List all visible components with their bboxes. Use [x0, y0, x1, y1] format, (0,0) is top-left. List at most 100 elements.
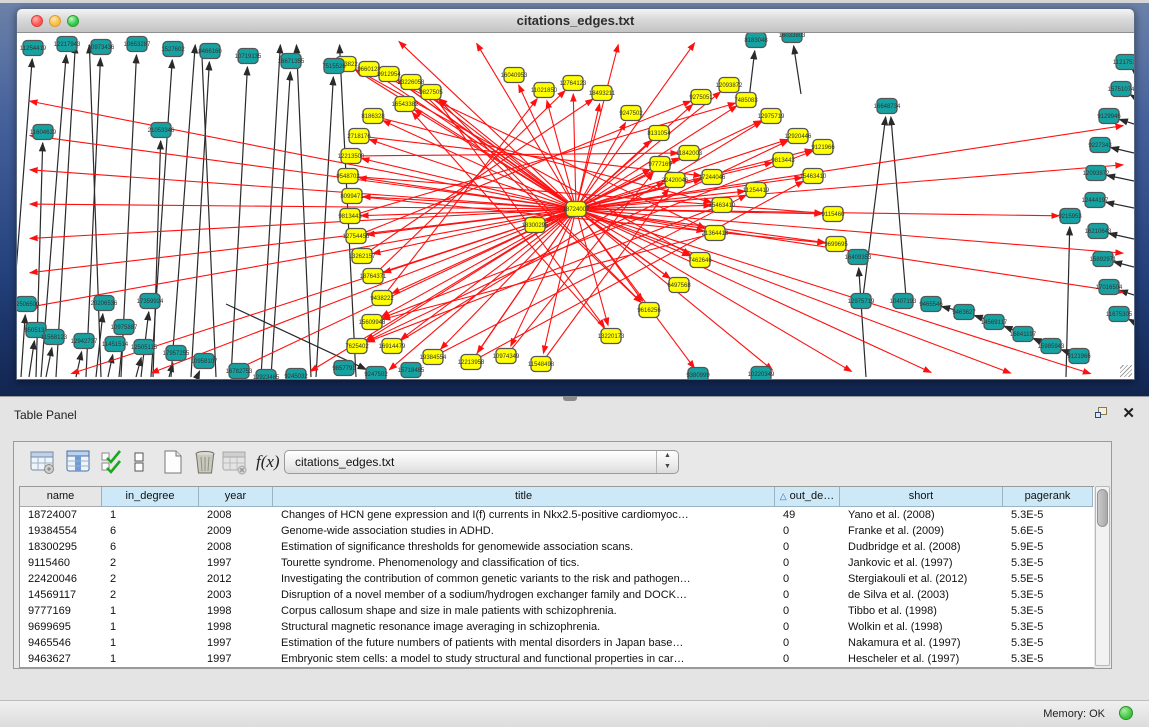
table-cell[interactable]: 1998 — [199, 603, 273, 619]
network-node[interactable]: 20206536 — [91, 296, 118, 311]
network-node[interactable]: 8131054 — [647, 126, 671, 141]
network-node[interactable]: 12975719 — [758, 109, 785, 124]
memory-status-indicator[interactable] — [1119, 706, 1133, 720]
network-node[interactable]: 8099471 — [340, 189, 364, 204]
table-cell[interactable]: 2 — [102, 571, 199, 587]
table-cell[interactable]: 0 — [775, 587, 840, 603]
network-edge[interactable] — [21, 315, 25, 377]
network-edge[interactable] — [576, 209, 608, 325]
table-cell[interactable]: Franke et al. (2009) — [840, 523, 1003, 539]
network-node[interactable]: 18764371 — [360, 269, 387, 284]
network-node[interactable]: 15463410 — [709, 198, 736, 213]
citation-network-graph[interactable]: 1872400718300295766382296601289912954232… — [17, 33, 1134, 379]
table-cell[interactable]: 5.3E-5 — [1003, 603, 1093, 619]
delete-table-icon[interactable] — [222, 449, 248, 475]
network-node[interactable]: 10407193 — [890, 294, 917, 309]
table-cell[interactable]: 19384554 — [20, 523, 102, 539]
network-node[interactable]: 2718176 — [347, 129, 371, 144]
table-cell[interactable]: 14569117 — [20, 587, 102, 603]
network-edge[interactable] — [1109, 233, 1134, 239]
network-node[interactable]: 10719135 — [235, 49, 262, 64]
table-cell[interactable]: 6 — [102, 539, 199, 555]
network-node[interactable]: 18493211 — [589, 86, 616, 101]
table-cell[interactable]: 1998 — [199, 619, 273, 635]
network-edge[interactable] — [414, 110, 576, 209]
table-cell[interactable]: 5.3E-5 — [1003, 507, 1093, 523]
table-cell[interactable]: 0 — [775, 603, 840, 619]
column-header-short[interactable]: short — [840, 487, 1003, 507]
table-cell[interactable]: Disruption of a novel member of a sodium… — [273, 587, 775, 603]
table-cell[interactable]: Tibbo et al. (1998) — [840, 603, 1003, 619]
network-edge[interactable] — [1111, 148, 1134, 153]
table-cell[interactable]: de Silva et al. (2003) — [840, 587, 1003, 603]
column-header-name[interactable]: name — [20, 487, 102, 507]
table-row[interactable]: 969969511998Structural magnetic resonanc… — [20, 619, 1094, 635]
table-cell[interactable]: 0 — [775, 555, 840, 571]
network-edge[interactable] — [197, 371, 200, 377]
network-edge[interactable] — [296, 45, 311, 377]
network-node[interactable]: 16409353 — [845, 250, 872, 265]
table-cell[interactable]: 5.3E-5 — [1003, 635, 1093, 651]
table-cell[interactable]: 5.3E-5 — [1003, 587, 1093, 603]
network-node[interactable]: 17244046 — [699, 170, 726, 185]
network-node[interactable]: 11842003 — [676, 146, 703, 161]
table-cell[interactable]: 0 — [775, 571, 840, 587]
table-cell[interactable]: Corpus callosum shape and size in male p… — [273, 603, 775, 619]
table-cell[interactable]: 2008 — [199, 507, 273, 523]
table-cell[interactable]: Nakamura et al. (1997) — [840, 635, 1003, 651]
table-cell[interactable]: 2 — [102, 555, 199, 571]
network-edge[interactable] — [36, 143, 43, 377]
table-cell[interactable]: Stergiakouli et al. (2012) — [840, 571, 1003, 587]
network-node[interactable]: 7515526 — [322, 59, 346, 74]
network-node[interactable]: 9777169 — [648, 157, 672, 172]
network-edge[interactable] — [231, 67, 247, 377]
network-node[interactable]: 15892971 — [1090, 252, 1117, 267]
delete-trash-icon[interactable] — [192, 449, 218, 475]
network-node[interactable]: 10973436 — [88, 40, 115, 55]
network-edge[interactable] — [46, 348, 52, 377]
network-edge[interactable] — [383, 233, 715, 319]
network-node[interactable]: 10958107 — [191, 354, 218, 369]
network-node[interactable]: 16543382 — [392, 97, 419, 112]
network-node[interactable]: 10653287 — [124, 37, 151, 52]
network-node[interactable]: 18300295 — [522, 218, 549, 233]
network-node[interactable]: 11568123 — [41, 330, 68, 345]
network-node[interactable]: 12213500 — [338, 149, 365, 164]
table-cell[interactable]: Yano et al. (2008) — [840, 507, 1003, 523]
network-edge[interactable] — [56, 45, 75, 377]
table-cell[interactable]: Changes of HCN gene expression and I(f) … — [273, 507, 775, 523]
table-cell[interactable]: Wolkin et al. (1998) — [840, 619, 1003, 635]
network-edge[interactable] — [749, 51, 755, 99]
network-edge[interactable] — [1130, 95, 1134, 97]
table-row[interactable]: 1830029562008Estimation of significance … — [20, 539, 1094, 555]
table-cell[interactable]: 18300295 — [20, 539, 102, 555]
table-cell[interactable]: 49 — [775, 507, 840, 523]
network-node[interactable]: 9463627 — [952, 305, 976, 320]
table-row[interactable]: 1456911722003Disruption of a novel membe… — [20, 587, 1094, 603]
window-resize-grip[interactable] — [1120, 365, 1132, 377]
network-node[interactable]: 11675305 — [1106, 307, 1133, 322]
network-window-titlebar[interactable]: citations_edges.txt — [17, 9, 1134, 33]
network-node[interactable]: 9245032 — [284, 369, 308, 380]
network-node[interactable]: 9129946 — [1097, 109, 1121, 124]
network-node[interactable]: 9438222 — [370, 291, 394, 306]
network-edge[interactable] — [1107, 175, 1134, 181]
network-node[interactable]: 15718485 — [398, 363, 425, 378]
table-cell[interactable]: 22420046 — [20, 571, 102, 587]
network-node[interactable]: 9813443 — [338, 209, 362, 224]
table-cell[interactable]: Dudbridge et al. (2008) — [840, 539, 1003, 555]
network-node[interactable]: 6497568 — [667, 278, 691, 293]
table-cell[interactable]: 1 — [102, 651, 199, 667]
table-cell[interactable]: Investigating the contribution of common… — [273, 571, 775, 587]
network-node[interactable]: 11604629 — [30, 125, 57, 140]
network-node[interactable]: 15985943 — [1038, 339, 1065, 354]
table-cell[interactable]: Structural magnetic resonance image aver… — [273, 619, 775, 635]
network-node[interactable]: 19384554 — [420, 350, 447, 365]
network-node[interactable]: 16671355 — [278, 54, 305, 69]
network-node[interactable]: 7485083 — [734, 93, 758, 108]
select-columns-icon[interactable] — [100, 449, 126, 475]
table-cell[interactable]: 2009 — [199, 523, 273, 539]
network-node[interactable]: 12920446 — [785, 129, 812, 144]
network-node[interactable]: 9827505 — [419, 85, 443, 100]
network-edge[interactable] — [891, 117, 906, 297]
